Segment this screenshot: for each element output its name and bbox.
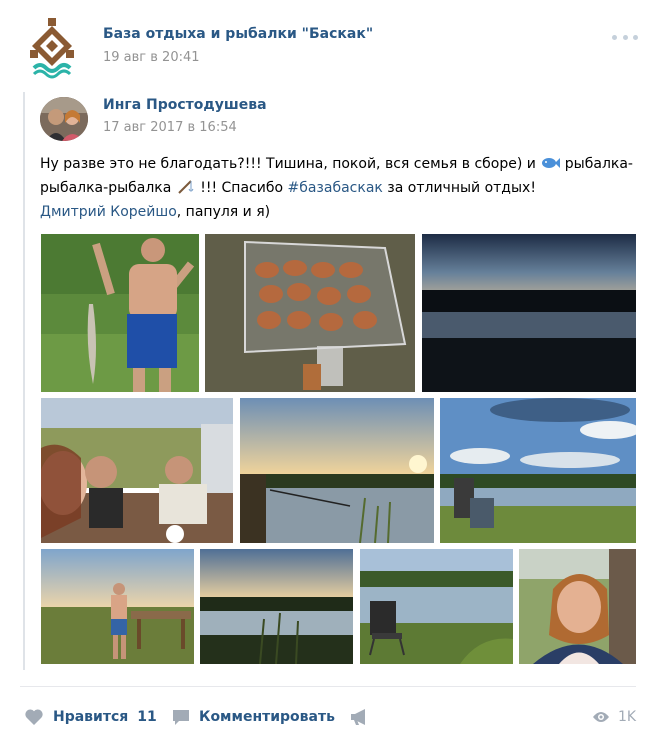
post-text: Ну разве это не благодать?!!! Тишина, по… xyxy=(40,152,640,224)
original-date[interactable]: 17 авг 2017 в 16:54 xyxy=(103,120,237,135)
photo-family-selfie-table[interactable] xyxy=(41,398,233,543)
fish-emoji-icon xyxy=(542,158,561,168)
like-button[interactable]: Нравится 11 xyxy=(24,706,157,728)
repost-bar xyxy=(23,92,25,670)
comment-button[interactable]: Комментировать xyxy=(172,706,335,728)
hashtag-link[interactable]: #базабаскак xyxy=(287,180,382,196)
heart-icon xyxy=(25,709,43,725)
like-count: 11 xyxy=(137,709,157,725)
mention-link[interactable]: Дмитрий Корейшо xyxy=(40,204,177,220)
photo-lake-dusk[interactable] xyxy=(200,549,353,664)
photo-lake-sunset-dark[interactable] xyxy=(422,234,636,392)
share-button[interactable] xyxy=(350,706,369,728)
post-text-part: , папуля и я) xyxy=(176,204,271,220)
comment-label: Комментировать xyxy=(199,709,335,725)
like-label: Нравится xyxy=(53,709,129,725)
group-name[interactable]: База отдыха и рыбалки "Баскак" xyxy=(103,26,373,42)
author-name[interactable]: Инга Простодушева xyxy=(103,97,267,113)
photo-man-with-fish[interactable] xyxy=(41,234,199,392)
megaphone-icon xyxy=(351,709,365,725)
photo-grill-meat[interactable] xyxy=(205,234,415,392)
post-text-part: Ну разве это не благодать?!!! Тишина, по… xyxy=(40,156,541,172)
group-avatar[interactable] xyxy=(20,16,84,80)
photo-clouds-lake[interactable] xyxy=(440,398,636,543)
eye-icon xyxy=(593,712,609,722)
footer-divider xyxy=(20,686,636,687)
basakak-logo-icon xyxy=(30,18,74,79)
photo-woman-selfie[interactable] xyxy=(519,549,636,664)
photo-man-at-table[interactable] xyxy=(41,549,194,664)
photo-sunset-fishing[interactable] xyxy=(240,398,434,543)
fishing-rod-emoji-icon xyxy=(178,180,194,194)
more-options-icon[interactable] xyxy=(612,30,638,44)
post-date[interactable]: 19 авг в 20:41 xyxy=(103,50,200,65)
post-text-part: за отличный отдых! xyxy=(382,180,536,196)
author-avatar[interactable] xyxy=(40,97,88,141)
views-count: 1K xyxy=(618,709,637,725)
comment-icon xyxy=(173,710,189,725)
post-text-part: !!! Спасибо xyxy=(195,180,288,196)
views-counter: 1K xyxy=(592,706,636,728)
photo-lake-chair[interactable] xyxy=(360,549,513,664)
